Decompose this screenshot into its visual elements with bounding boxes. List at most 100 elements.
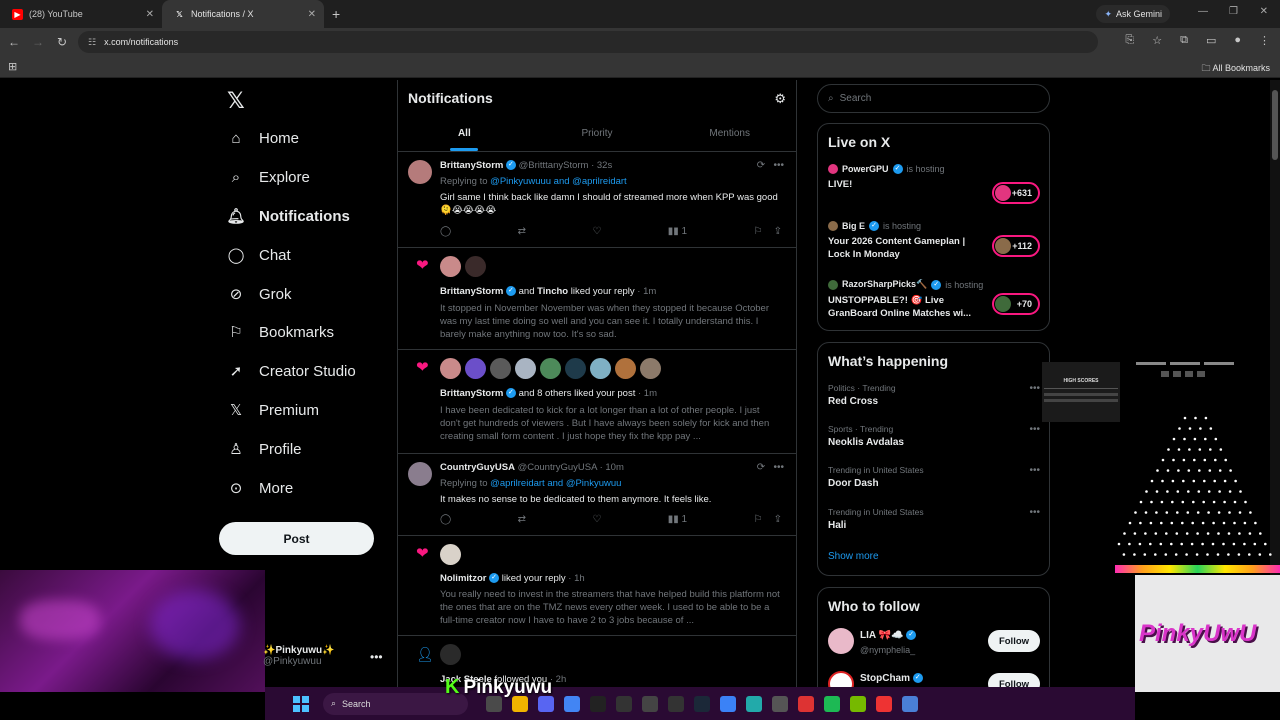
more-icon[interactable]: ••• xyxy=(370,650,383,664)
avatar[interactable] xyxy=(640,358,661,379)
repost-icon[interactable]: ⇄ xyxy=(518,514,526,525)
live-item[interactable]: RazorSharpPicks🔨 ✓ is hosting UNSTOPPABL… xyxy=(828,279,1040,320)
author-name[interactable]: Nolimitzor xyxy=(440,573,486,584)
app-icon[interactable] xyxy=(746,695,762,712)
like-icon[interactable]: ♡ xyxy=(592,514,601,525)
author-name[interactable]: BrittanyStorm xyxy=(440,160,503,171)
back-icon[interactable]: ← xyxy=(2,35,26,49)
like-icon[interactable]: ♡ xyxy=(592,226,601,237)
gear-icon[interactable]: ⚙ xyxy=(774,91,786,107)
more-icon[interactable]: ••• xyxy=(1029,465,1040,476)
grok-icon[interactable]: ⟳ ••• xyxy=(757,160,784,171)
steam-icon[interactable] xyxy=(694,695,710,712)
author-name[interactable]: CountryGuyUSA xyxy=(440,462,515,473)
views-icon[interactable]: ▮▮ 1 xyxy=(668,514,687,525)
nav-chat[interactable]: ◯ Chat xyxy=(227,246,291,265)
avatar[interactable] xyxy=(440,644,461,665)
avatar[interactable] xyxy=(408,160,432,184)
close-icon[interactable]: ✕ xyxy=(308,9,316,20)
close-window-icon[interactable]: ✕ xyxy=(1260,6,1268,17)
app-icon[interactable] xyxy=(642,695,658,712)
app-icon[interactable] xyxy=(720,695,736,712)
forward-icon[interactable]: → xyxy=(26,35,50,49)
account-switcher[interactable]: ✨Pinkyuwu✨ @Pinkyuwuu xyxy=(263,645,335,667)
tab-x-notifications[interactable]: 𝕏 Notifications / X ✕ xyxy=(162,0,324,28)
avatar[interactable] xyxy=(465,358,486,379)
minimize-icon[interactable]: — xyxy=(1198,6,1208,17)
notification-item[interactable]: ❤ BrittanyStorm ✓ and Tincho liked your … xyxy=(398,248,796,350)
nav-notifications[interactable]: 🔔︎ Notifications xyxy=(226,207,349,226)
search-input[interactable]: ⌕ Search xyxy=(817,84,1050,113)
more-icon[interactable]: ••• xyxy=(1029,383,1040,394)
author-name[interactable]: BrittanyStorm xyxy=(440,286,503,297)
app-icon[interactable] xyxy=(902,695,918,712)
avatar[interactable] xyxy=(440,256,461,277)
tab-priority[interactable]: Priority xyxy=(531,115,664,151)
reply-icon[interactable]: ◯ xyxy=(440,514,451,525)
ask-gemini-button[interactable]: ✦ Ask Gemini xyxy=(1096,5,1170,23)
nav-home[interactable]: ⌂ Home xyxy=(227,129,299,147)
notification-item[interactable]: CountryGuyUSA @CountryGuyUSA · 10m ⟳ •••… xyxy=(398,454,796,536)
new-tab-button[interactable]: + xyxy=(332,6,340,22)
trend-item[interactable]: Politics · Trending Red Cross ••• xyxy=(828,383,1040,407)
avatar[interactable] xyxy=(828,628,854,654)
app-icon[interactable] xyxy=(798,695,814,712)
trend-item[interactable]: Sports · Trending Neoklis Avdalas ••• xyxy=(828,424,1040,448)
avatar[interactable] xyxy=(565,358,586,379)
bookmark-icon[interactable]: ⚐ ⇪ xyxy=(753,514,781,525)
avatar[interactable] xyxy=(590,358,611,379)
post-button[interactable]: Post xyxy=(219,522,374,555)
tab-youtube[interactable]: ▶ (28) YouTube ✕ xyxy=(0,0,162,28)
menu-icon[interactable]: ⋮ xyxy=(1259,34,1270,47)
nav-bookmarks[interactable]: ⚐ Bookmarks xyxy=(227,323,334,342)
nvidia-icon[interactable] xyxy=(850,695,866,712)
avatar[interactable] xyxy=(465,256,486,277)
replying-to-handles[interactable]: @Pinkyuwuuu and @aprilreidart xyxy=(490,176,627,187)
tab-all[interactable]: All xyxy=(398,115,531,151)
avatar[interactable] xyxy=(408,462,432,486)
author-name[interactable]: BrittanyStorm xyxy=(440,388,503,399)
more-icon[interactable]: ••• xyxy=(1029,424,1040,435)
windows-start-icon[interactable] xyxy=(293,695,309,712)
trend-item[interactable]: Trending in United States Door Dash ••• xyxy=(828,465,1040,489)
follow-button[interactable]: Follow xyxy=(988,630,1040,652)
nav-creator-studio[interactable]: ➚ Creator Studio xyxy=(227,362,356,381)
avatar[interactable] xyxy=(615,358,636,379)
obs-icon[interactable] xyxy=(616,695,632,712)
all-bookmarks-button[interactable]: 🗀 All Bookmarks xyxy=(1201,61,1270,77)
notification-item[interactable]: BrittanyStorm ✓ @BritttanyStorm · 32s ⟳ … xyxy=(398,152,796,248)
show-more-link[interactable]: Show more xyxy=(828,551,879,562)
spotify-icon[interactable] xyxy=(824,695,840,712)
extensions-icon[interactable]: ⧉ xyxy=(1180,34,1188,47)
app-icon[interactable] xyxy=(668,695,684,712)
avatar[interactable] xyxy=(515,358,536,379)
views-icon[interactable]: ▮▮ 1 xyxy=(668,226,687,237)
chrome-icon[interactable] xyxy=(564,695,580,712)
follow-suggestion[interactable]: LIA 🎀☁️ ✓ @nymphelia_ Follow xyxy=(828,628,1040,658)
close-icon[interactable]: ✕ xyxy=(146,9,154,20)
more-icon[interactable]: ••• xyxy=(1029,507,1040,518)
live-item[interactable]: Big E ✓ is hosting Your 2026 Content Gam… xyxy=(828,221,1040,261)
avatar[interactable] xyxy=(490,358,511,379)
site-info-icon[interactable]: ☷ xyxy=(88,37,96,48)
profile-avatar[interactable]: ● xyxy=(1234,34,1241,47)
nav-profile[interactable]: ♙ Profile xyxy=(227,440,301,459)
app-icon[interactable] xyxy=(772,695,788,712)
reply-icon[interactable]: ◯ xyxy=(440,226,451,237)
avatar[interactable] xyxy=(440,358,461,379)
sidepanel-icon[interactable]: ▭ xyxy=(1206,34,1216,47)
maximize-icon[interactable]: ❐ xyxy=(1229,6,1238,17)
nav-more[interactable]: ⊙ More xyxy=(227,479,293,498)
tab-mentions[interactable]: Mentions xyxy=(663,115,796,151)
grok-icon[interactable]: ⟳ ••• xyxy=(757,462,784,473)
nav-grok[interactable]: ⊘ Grok xyxy=(227,285,292,304)
apps-icon[interactable]: ⊞ xyxy=(8,60,17,73)
notification-item[interactable]: ❤ BrittanyStorm ✓ and 8 others liked you… xyxy=(398,350,796,454)
live-item[interactable]: PowerGPU ✓ is hosting LIVE! +631 xyxy=(828,164,1040,204)
trend-item[interactable]: Trending in United States Hali ••• xyxy=(828,507,1040,531)
replying-to-handles[interactable]: @aprilreidart and @Pinkyuwuu xyxy=(490,478,621,489)
avatar[interactable] xyxy=(540,358,561,379)
install-icon[interactable]: ⎘ xyxy=(1125,34,1134,47)
app-icon[interactable] xyxy=(876,695,892,712)
notification-item[interactable]: ❤ Nolimitzor ✓ liked your reply · 1h You… xyxy=(398,536,796,636)
